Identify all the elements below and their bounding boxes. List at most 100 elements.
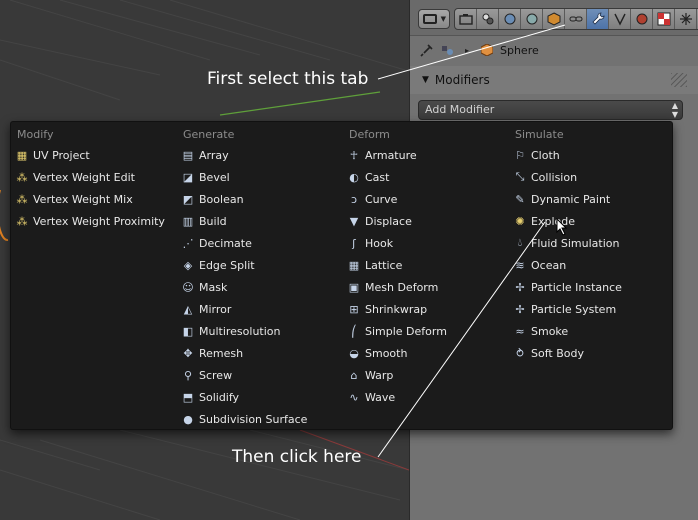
cloth-icon: ⚐	[515, 148, 525, 162]
warp-icon: ⌂	[350, 368, 358, 382]
menu-item-multiresolution[interactable]: ◧ Multiresolution	[179, 320, 307, 342]
menu-item-simple-deform[interactable]: ⎛ Simple Deform	[345, 320, 447, 342]
menu-item-label: Shrinkwrap	[365, 302, 428, 316]
menu-item-label: Curve	[365, 192, 398, 206]
data-vertex-icon[interactable]	[609, 9, 631, 29]
particles-icon[interactable]	[675, 9, 697, 29]
vertex-weight-icon: ⁂	[16, 170, 28, 184]
mask-icon: ☺	[182, 280, 194, 294]
pin-icon[interactable]	[420, 43, 434, 57]
menu-item-label: Wave	[365, 390, 396, 404]
bevel-icon: ◪	[182, 170, 194, 184]
menu-item-label: Particle Instance	[531, 280, 622, 294]
menu-item-label: Remesh	[199, 346, 244, 360]
smooth-icon: ◒	[349, 346, 359, 360]
mirror-icon: ◭	[183, 302, 193, 316]
menu-item-label: Collision	[531, 170, 578, 184]
boolean-icon: ◩	[182, 192, 194, 206]
menu-item-label: Edge Split	[199, 258, 255, 272]
add-modifier-dropdown[interactable]: Add Modifier ▲ ▼	[418, 100, 683, 120]
menu-item-build[interactable]: ▥ Build	[179, 210, 307, 232]
menu-item-label: Particle System	[531, 302, 617, 316]
menu-item-smooth[interactable]: ◒ Smooth	[345, 342, 447, 364]
menu-item-subdivision-surface[interactable]: ● Subdivision Surface	[179, 408, 307, 430]
menu-item-armature[interactable]: ☥ Armature	[345, 144, 447, 166]
camera-render-icon[interactable]	[455, 9, 477, 29]
render-layers-icon[interactable]	[477, 9, 499, 29]
menu-item-curve[interactable]: ↄ Curve	[345, 188, 447, 210]
menu-item-label: Armature	[365, 148, 417, 162]
material-icon[interactable]	[631, 9, 653, 29]
menu-item-screw[interactable]: ⚲ Screw	[179, 364, 307, 386]
particle-system-icon: ✢	[515, 302, 525, 316]
wave-icon: ∿	[349, 390, 359, 404]
shrinkwrap-icon: ⊞	[349, 302, 359, 316]
menu-item-soft-body[interactable]: ⥁ Soft Body	[511, 342, 622, 364]
menu-item-lattice[interactable]: ▦ Lattice	[345, 254, 447, 276]
menu-item-dynamic-paint[interactable]: ✎ Dynamic Paint	[511, 188, 622, 210]
menu-item-label: Ocean	[531, 258, 567, 272]
menu-item-array[interactable]: ▤ Array	[179, 144, 307, 166]
vertex-weight-icon: ⁂	[16, 192, 28, 206]
chevron-right-icon: ▸	[464, 45, 469, 55]
menu-item-uv-project[interactable]: ▦ UV Project	[13, 144, 165, 166]
menu-column-modify: Modify ▦ UV Project ⁂ Vertex Weight Edit ⁂…	[13, 126, 165, 232]
menu-item-particle-system[interactable]: ✢ Particle System	[511, 298, 622, 320]
menu-item-cast[interactable]: ◐ Cast	[345, 166, 447, 188]
menu-item-shrinkwrap[interactable]: ⊞ Shrinkwrap	[345, 298, 447, 320]
menu-item-particle-instance[interactable]: ✢ Particle Instance	[511, 276, 622, 298]
menu-item-solidify[interactable]: ⬒ Solidify	[179, 386, 307, 408]
menu-item-collision[interactable]: ⤡ Collision	[511, 166, 622, 188]
explode-icon: ✺	[515, 214, 525, 228]
menu-item-boolean[interactable]: ◩ Boolean	[179, 188, 307, 210]
menu-item-mirror[interactable]: ◭ Mirror	[179, 298, 307, 320]
context-breadcrumb: ▸ Sphere	[410, 36, 698, 64]
simple-deform-icon: ⎛	[351, 324, 357, 338]
world-icon[interactable]	[521, 9, 543, 29]
menu-item-label: Boolean	[199, 192, 244, 206]
texture-icon[interactable]	[653, 9, 675, 29]
menu-item-label: Solidify	[199, 390, 240, 404]
menu-item-mesh-deform[interactable]: ▣ Mesh Deform	[345, 276, 447, 298]
menu-item-label: Soft Body	[531, 346, 584, 360]
object-icon[interactable]	[543, 9, 565, 29]
menu-item-smoke[interactable]: ≈ Smoke	[511, 320, 622, 342]
constraints-icon[interactable]	[565, 9, 587, 29]
menu-item-remesh[interactable]: ✥ Remesh	[179, 342, 307, 364]
menu-item-mask[interactable]: ☺ Mask	[179, 276, 307, 298]
soft-body-icon: ⥁	[516, 346, 524, 360]
menu-item-label: Simple Deform	[365, 324, 447, 338]
modifiers-wrench-icon[interactable]	[587, 9, 609, 29]
menu-item-vertex-weight-proximity[interactable]: ⁂ Vertex Weight Proximity	[13, 210, 165, 232]
menu-item-edge-split[interactable]: ◈ Edge Split	[179, 254, 307, 276]
menu-item-vertex-weight-mix[interactable]: ⁂ Vertex Weight Mix	[13, 188, 165, 210]
menu-item-wave[interactable]: ∿ Wave	[345, 386, 447, 408]
menu-column-generate: Generate ▤ Array ◪ Bevel ◩ Boolean ▥ Build ⋰…	[179, 126, 307, 430]
modifiers-panel-header[interactable]: ▼ Modifiers	[410, 66, 698, 94]
dynamic-paint-icon: ✎	[515, 192, 525, 206]
modifiers-panel-title: Modifiers	[434, 73, 490, 87]
menu-item-label: Subdivision Surface	[199, 412, 308, 426]
drag-grip-icon[interactable]	[671, 73, 687, 87]
column-title-generate: Generate	[183, 128, 235, 141]
solidify-icon: ⬒	[182, 390, 194, 404]
menu-item-hook[interactable]: ʃ Hook	[345, 232, 447, 254]
menu-item-label: UV Project	[33, 148, 90, 162]
menu-item-label: Vertex Weight Edit	[33, 170, 135, 184]
mesh-deform-icon: ▣	[348, 280, 360, 294]
editor-type-selector[interactable]: ▼	[418, 9, 450, 29]
menu-item-label: Mirror	[199, 302, 232, 316]
menu-item-label: Cloth	[531, 148, 560, 162]
up-down-arrows-icon: ▲ ▼	[671, 101, 678, 119]
menu-item-label: Array	[199, 148, 229, 162]
remesh-icon: ✥	[183, 346, 193, 360]
menu-item-vertex-weight-edit[interactable]: ⁂ Vertex Weight Edit	[13, 166, 165, 188]
menu-item-bevel[interactable]: ◪ Bevel	[179, 166, 307, 188]
menu-item-cloth[interactable]: ⚐ Cloth	[511, 144, 622, 166]
menu-item-decimate[interactable]: ⋰ Decimate	[179, 232, 307, 254]
menu-item-warp[interactable]: ⌂ Warp	[345, 364, 447, 386]
scene-icon[interactable]	[499, 9, 521, 29]
disclosure-down-icon[interactable]: ▼	[422, 75, 429, 85]
menu-item-ocean[interactable]: ≋ Ocean	[511, 254, 622, 276]
menu-item-displace[interactable]: ▼ Displace	[345, 210, 447, 232]
